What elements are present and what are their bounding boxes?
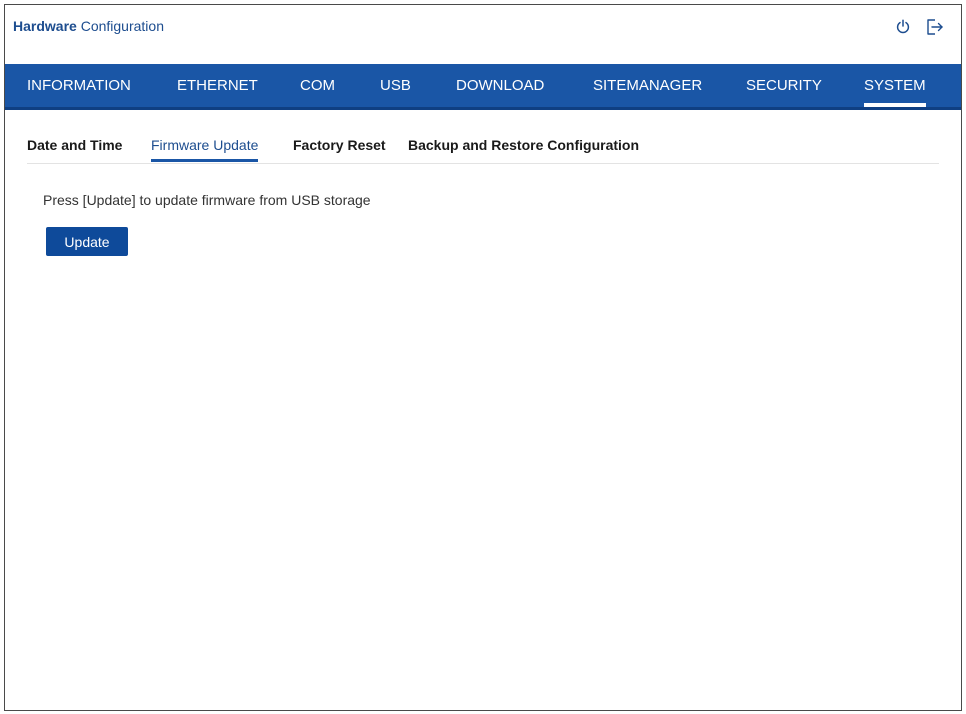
nav-item-information[interactable]: INFORMATION [27, 64, 131, 107]
logout-icon[interactable] [925, 17, 945, 37]
update-button[interactable]: Update [46, 227, 128, 256]
tab-backup-restore[interactable]: Backup and Restore Configuration [408, 137, 639, 159]
app-title: Hardware Configuration [13, 18, 164, 34]
header: Hardware Configuration [5, 5, 961, 64]
app-window: Hardware Configuration INFORMATION ETHER… [4, 4, 962, 711]
power-icon[interactable] [893, 17, 913, 37]
nav-item-sitemanager[interactable]: SITEMANAGER [593, 64, 702, 107]
nav-item-usb[interactable]: USB [380, 64, 411, 107]
nav-item-security[interactable]: SECURITY [746, 64, 822, 107]
tab-date-and-time[interactable]: Date and Time [27, 137, 122, 159]
nav-item-system[interactable]: SYSTEM [864, 64, 926, 107]
nav-item-download[interactable]: DOWNLOAD [456, 64, 544, 107]
header-actions [893, 17, 945, 37]
tab-firmware-update[interactable]: Firmware Update [151, 137, 259, 162]
sub-tabs: Date and Time Firmware Update Factory Re… [27, 131, 939, 164]
app-title-rest: Configuration [76, 18, 164, 34]
nav-item-com[interactable]: COM [300, 64, 335, 107]
instruction-text: Press [Update] to update firmware from U… [43, 192, 371, 208]
app-title-bold: Hardware [13, 18, 77, 34]
main-nav: INFORMATION ETHERNET COM USB DOWNLOAD SI… [5, 64, 961, 110]
tab-factory-reset[interactable]: Factory Reset [293, 137, 386, 159]
nav-item-ethernet[interactable]: ETHERNET [177, 64, 258, 107]
